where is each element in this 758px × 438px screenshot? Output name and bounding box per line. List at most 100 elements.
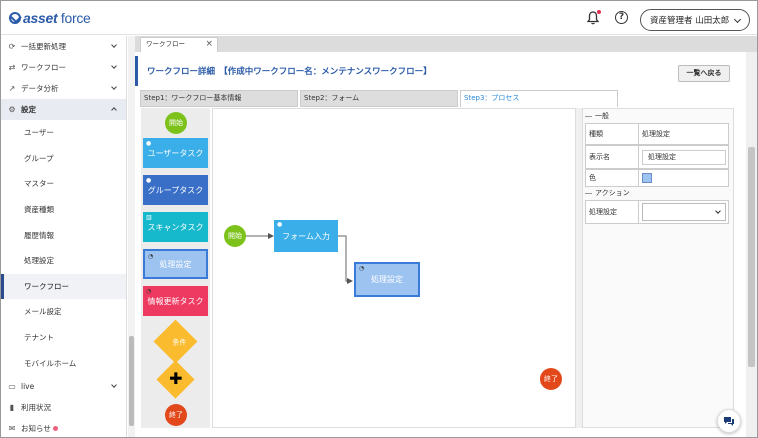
main-area: ワークフロー × ワークフロー詳細 【作成中ワークフロー名：メンテナンスワークフ… [135,36,757,437]
canvas-process-setting-node[interactable]: ◔ 処理設定 [354,262,420,297]
palette-label: 処理設定 [159,259,192,269]
sidebar-sub-asset-types[interactable]: 資産種類 [1,197,126,223]
palette-process-setting[interactable]: ◔ 処理設定 [143,249,208,279]
process-icon: ◔ [148,253,154,260]
prop-label: 色 [586,170,639,186]
properties-panel: 一般 種類 処理設定 表示名 処理設定 色 アクション 処理設定 [582,108,734,428]
palette-label: グループタスク [147,185,204,195]
chevron-down-icon [111,382,117,388]
chevron-down-icon [733,15,742,24]
gear-icon: ⚙ [8,105,16,114]
chart-icon: ↗ [8,84,16,93]
prop-row-process-setting: 処理設定 [585,200,729,224]
plus-icon: ✚ [169,369,183,389]
step-tabs: Step1：ワークフロー基本情報 Step2：フォーム Step3：プロセス [140,90,620,107]
palette-start[interactable]: 開始 [165,112,187,134]
canvas-start-node[interactable]: 開始 [224,225,246,247]
palette-label: 情報更新タスク [147,296,204,306]
sidebar-sub-history[interactable]: 履歴情報 [1,222,126,248]
user-menu-button[interactable]: 資産管理者 山田太郎 [640,9,750,31]
chat-button[interactable] [717,409,741,433]
color-swatch[interactable] [642,173,652,183]
palette-label: スキャンタスク [147,222,204,232]
sidebar-item-label: live [21,381,35,391]
help-icon[interactable]: ? [615,11,628,24]
sidebar-scrollbar[interactable] [128,36,135,437]
sidebar-item-label: 利用状況 [21,402,51,412]
palette-condition[interactable]: 条件 [153,319,198,364]
tab-step3[interactable]: Step3：プロセス [460,90,618,107]
sidebar-sub-process-settings[interactable]: 処理設定 [1,248,126,274]
close-icon[interactable]: × [205,38,213,51]
sidebar-sub-mobile-home[interactable]: モバイルホーム [1,350,126,376]
tab-step2[interactable]: Step2：フォーム [300,90,458,107]
sidebar-sub-tenant[interactable]: テナント [1,325,126,351]
sidebar-item-live[interactable]: ▭ live [1,376,126,397]
sidebar-item-workflow[interactable]: ⇄ ワークフロー [1,57,126,78]
tab-workflow[interactable]: ワークフロー × [140,37,218,52]
sidebar-item-label: データ分析 [21,84,59,93]
prop-row-type: 種類 処理設定 [585,123,729,145]
prop-row-color: 色 [585,169,729,187]
chevron-down-icon [715,208,721,214]
node-label: 処理設定 [371,275,403,284]
chevron-up-icon [111,107,117,113]
process-setting-select[interactable] [642,203,726,221]
sidebar-sub-mail-settings[interactable]: メール設定 [1,299,126,325]
barcode-icon: ▥ [146,214,152,221]
group-icon: ● [146,177,152,184]
sidebar-sub-users[interactable]: ユーザー [1,120,126,146]
scroll-thumb[interactable] [129,336,134,426]
process-icon: ◔ [359,265,365,272]
notification-bell-icon[interactable] [586,10,601,25]
chevron-down-icon [111,84,117,90]
palette-scan-task[interactable]: ▥ スキャンタスク [143,212,208,242]
sidebar-sub-workflow[interactable]: ワークフロー [1,273,126,300]
sidebar-item-label: ワークフロー [21,63,66,72]
canvas-form-input-node[interactable]: ● フォーム入力 [274,220,338,252]
palette-parallel[interactable]: ✚ [156,360,195,399]
main-scrollbar[interactable] [746,52,757,437]
scroll-thumb[interactable] [748,147,755,367]
workflow-page: ワークフロー詳細 【作成中ワークフロー名：メンテナンスワークフロー】 一覧へ戻る… [135,52,746,437]
display-name-input[interactable]: 処理設定 [642,149,726,165]
refresh-icon: ⟳ [8,42,16,51]
sidebar-item-bulk-update[interactable]: ⟳ 一括更新処理 [1,36,126,57]
back-to-list-button[interactable]: 一覧へ戻る [678,65,730,82]
palette-info-update-task[interactable]: ◔ 情報更新タスク [143,286,208,316]
app-header: asset force ? 資産管理者 山田太郎 [1,1,757,35]
palette-user-task[interactable]: ● ユーザータスク [143,138,208,168]
palette-label: ユーザータスク [147,148,204,158]
section-general: 一般 [583,111,733,122]
node-palette: 開始 ● ユーザータスク ● グループタスク ▥ スキャンタスク ◔ 処理設定 … [141,108,210,428]
sidebar-sub-master[interactable]: マスター [1,171,126,197]
megaphone-icon: ✉ [8,423,16,433]
sidebar-sub-groups[interactable]: グループ [1,146,126,172]
sidebar-item-settings[interactable]: ⚙ 設定 [1,99,126,120]
sidebar-item-label: お知らせ [21,423,51,433]
user-name: 資産管理者 山田太郎 [650,16,730,26]
node-label: フォーム入力 [282,231,330,241]
logo[interactable]: asset force [9,10,91,26]
user-icon: ● [277,221,283,228]
logo-icon [9,12,21,24]
update-icon: ◔ [146,288,152,295]
tab-step1[interactable]: Step1：ワークフロー基本情報 [140,90,298,107]
prop-row-display-name: 表示名 処理設定 [585,145,729,169]
palette-group-task[interactable]: ● グループタスク [143,175,208,205]
chat-icon [724,416,734,426]
sidebar-item-usage[interactable]: ▮ 利用状況 [1,397,126,418]
workflow-canvas[interactable]: 開始 ● フォーム入力 ◔ 処理設定 終了 [212,108,576,428]
page-title-bar: ワークフロー詳細 【作成中ワークフロー名：メンテナンスワークフロー】 一覧へ戻る [135,56,746,86]
sidebar-item-label: 設定 [21,105,36,114]
tab-label: ワークフロー [146,40,185,48]
prop-label: 種類 [586,124,639,144]
sidebar-item-data-analysis[interactable]: ↗ データ分析 [1,78,126,99]
workflow-icon: ⇄ [8,63,16,72]
palette-label: 条件 [172,338,187,347]
palette-end[interactable]: 終了 [165,404,187,426]
canvas-end-node[interactable]: 終了 [540,368,562,390]
tab-strip: ワークフロー × [135,36,757,52]
news-badge [52,425,58,431]
sidebar-item-news[interactable]: ✉ お知らせ [1,418,126,437]
